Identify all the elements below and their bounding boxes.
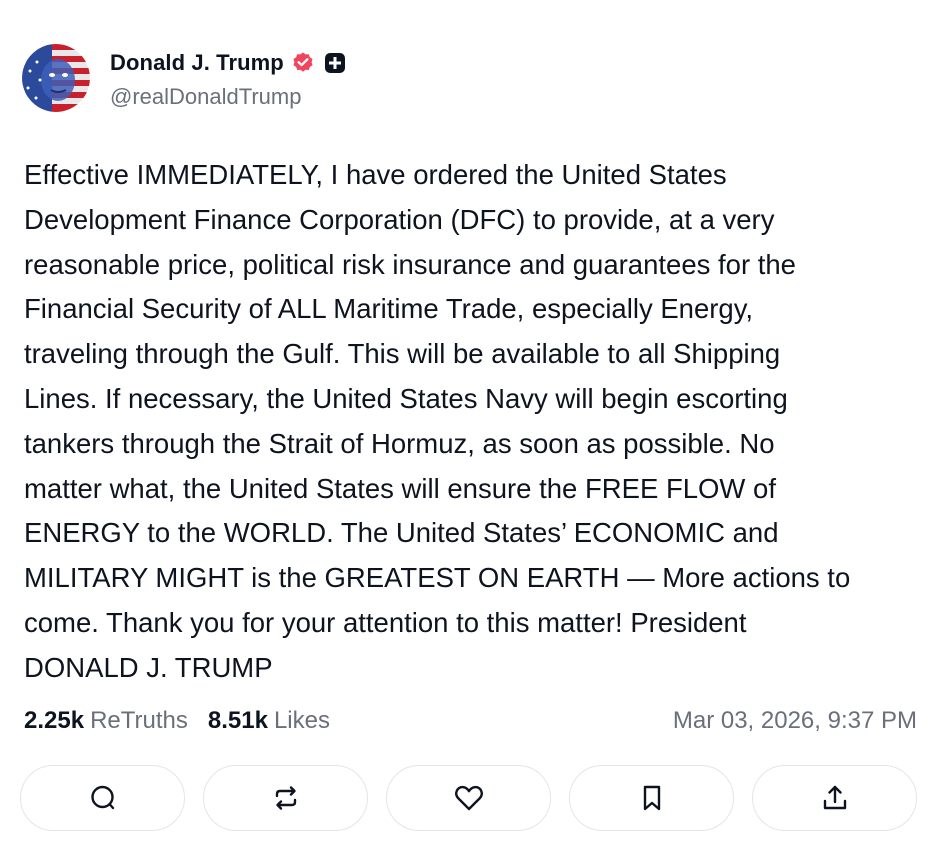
bookmark-icon <box>639 783 665 813</box>
bookmark-button[interactable] <box>569 765 734 831</box>
retruths-label[interactable]: ReTruths <box>90 707 188 735</box>
share-button[interactable] <box>752 765 917 831</box>
likes-label[interactable]: Likes <box>274 707 330 735</box>
post-actions <box>20 765 920 833</box>
post-stats: 2.25k ReTruths 8.51k Likes <box>24 707 330 735</box>
like-icon <box>453 783 485 813</box>
post-body-text: Effective IMMEDIATELY, I have ordered th… <box>24 159 851 683</box>
reply-button[interactable] <box>20 765 185 831</box>
like-button[interactable] <box>386 765 551 831</box>
author-display-name[interactable]: Donald J. Trump <box>110 50 284 76</box>
retruth-icon <box>271 783 301 813</box>
verified-badge-icon <box>291 51 315 75</box>
share-icon <box>820 783 850 813</box>
truth-post: Donald J. Trump @realDonaldTrump Effecti… <box>0 0 950 866</box>
plus-badge-icon <box>324 52 346 74</box>
retruth-button[interactable] <box>203 765 368 831</box>
likes-count[interactable]: 8.51k <box>208 707 268 735</box>
post-timestamp[interactable]: Mar 03, 2026, 9:37 PM <box>673 707 917 735</box>
reply-icon <box>88 783 118 813</box>
retruths-count[interactable]: 2.25k <box>24 707 84 735</box>
author-avatar[interactable] <box>22 44 90 112</box>
author-name-row: Donald J. Trump <box>110 48 346 78</box>
author-handle[interactable]: @realDonaldTrump <box>110 84 301 110</box>
